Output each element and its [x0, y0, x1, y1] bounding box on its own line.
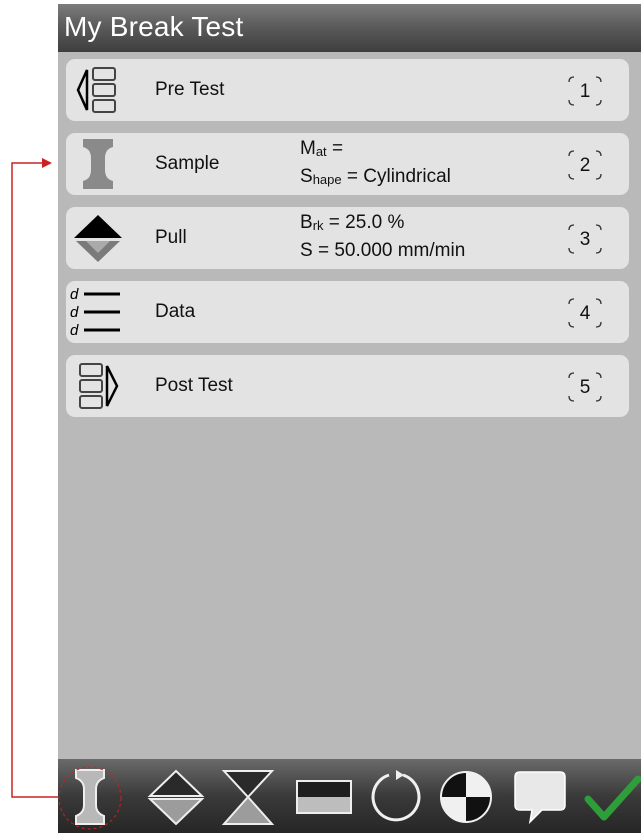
- hourglass-tool-button[interactable]: [218, 767, 278, 827]
- checkmark-icon: [584, 775, 641, 821]
- step-number-badge: 4: [565, 295, 605, 331]
- step-pull[interactable]: Pull Brk = 25.0 % S = 50.000 mm/min 3: [66, 207, 629, 269]
- step-number: 4: [579, 303, 591, 324]
- step-label: Pre Test: [155, 79, 225, 100]
- step-pre-test[interactable]: Pre Test 1: [66, 59, 629, 121]
- app-window: My Break Test Pre Test 1 Sample Mat = Sh…: [58, 0, 641, 833]
- step-number: 2: [579, 155, 591, 176]
- target-tool-button[interactable]: [436, 767, 496, 827]
- pull-tool-button[interactable]: [146, 767, 206, 827]
- cycle-tool-button[interactable]: [366, 767, 426, 827]
- break-detail: Brk = 25.0 %: [300, 212, 405, 233]
- step-sample[interactable]: Sample Mat = Shape = Cylindrical 2: [66, 133, 629, 195]
- step-label: Data: [155, 301, 196, 322]
- two-tone-rectangle-tool-button[interactable]: [294, 767, 354, 827]
- shape-detail: Shape = Cylindrical: [300, 166, 451, 187]
- step-number: 5: [579, 377, 591, 398]
- step-number-badge: 5: [565, 369, 605, 405]
- step-label: Pull: [155, 227, 187, 248]
- specimen-icon: [70, 136, 126, 192]
- comment-tool-button[interactable]: [510, 767, 570, 827]
- selection-highlight: [58, 766, 122, 830]
- step-number-badge: 1: [565, 73, 605, 109]
- step-number-badge: 2: [565, 147, 605, 183]
- step-label: Post Test: [155, 375, 233, 396]
- svg-text:d: d: [70, 286, 79, 303]
- material-detail: Mat =: [300, 138, 344, 159]
- step-post-test[interactable]: Post Test 5: [66, 355, 629, 417]
- step-label: Sample: [155, 153, 220, 174]
- step-number-badge: 3: [565, 221, 605, 257]
- pull-icon: [70, 210, 126, 266]
- post-test-icon: [70, 358, 126, 414]
- svg-text:d: d: [70, 304, 79, 321]
- cycle-icon: [371, 770, 421, 822]
- svg-text:d: d: [70, 322, 79, 339]
- step-number: 3: [579, 229, 591, 250]
- two-tone-rectangle-icon: [296, 780, 352, 814]
- comment-icon: [514, 771, 566, 825]
- page-title: My Break Test: [64, 11, 244, 42]
- target-icon: [440, 771, 492, 823]
- pre-test-icon: [70, 62, 126, 118]
- confirm-button[interactable]: [582, 767, 641, 827]
- step-data[interactable]: ddd Data 4: [66, 281, 629, 343]
- pull-icon: [147, 769, 205, 826]
- speed-detail: S = 50.000 mm/min: [300, 240, 466, 261]
- title-bar: My Break Test: [58, 0, 641, 52]
- hourglass-icon: [221, 770, 275, 825]
- data-list-icon: ddd: [70, 284, 126, 340]
- step-number: 1: [579, 81, 591, 102]
